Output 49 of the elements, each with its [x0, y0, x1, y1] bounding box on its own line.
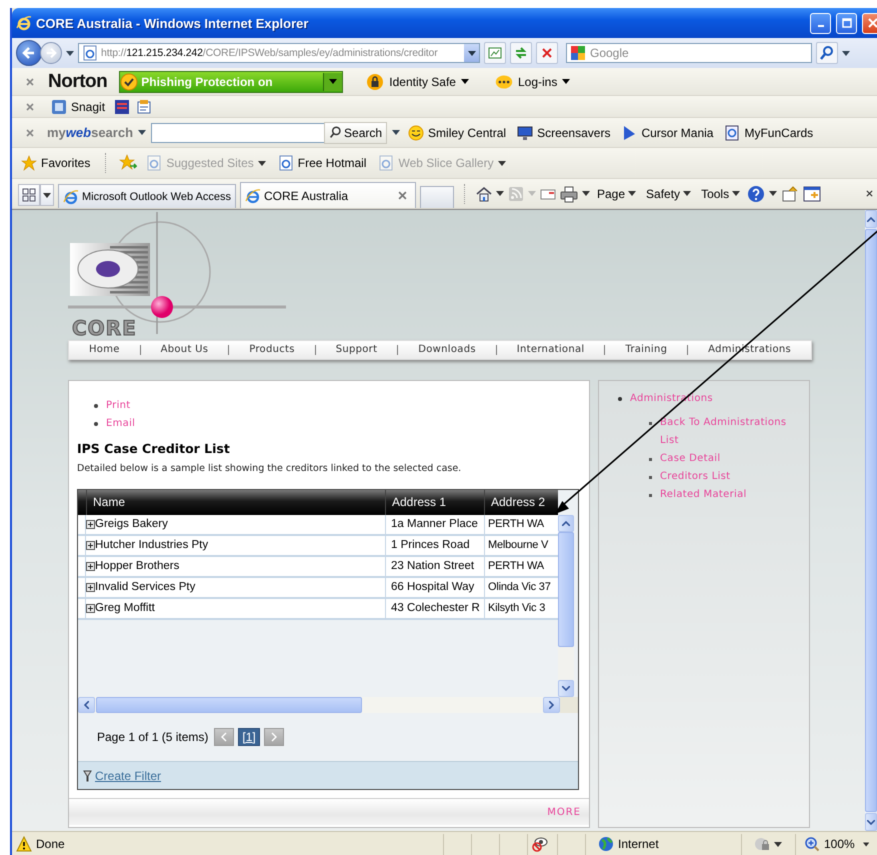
toolbar-link[interactable]: MyFunCards — [721, 124, 816, 140]
table-cell: 43 Colechester R — [385, 599, 484, 618]
table-cell: Invalid Services Pty — [86, 578, 385, 597]
nav-link[interactable]: International — [496, 345, 604, 355]
logo-text: CORE — [72, 318, 137, 338]
logins-button[interactable]: Log-ins — [492, 72, 574, 90]
table-cell: 66 Hospital Way — [385, 578, 484, 597]
page-heading: IPS Case Creditor List — [77, 441, 231, 457]
table-cell: 1 Princes Road — [385, 536, 484, 555]
command-menu[interactable]: Safety — [643, 186, 694, 200]
nav-link[interactable]: Training — [604, 345, 688, 355]
nav-link[interactable]: Support — [314, 345, 398, 355]
toolbar-link[interactable]: Screensavers — [514, 124, 614, 140]
command-menu[interactable]: Tools — [698, 186, 744, 200]
toolbar-link[interactable]: Smiley Central — [405, 124, 510, 140]
browser-tab[interactable]: CORE Australia — [240, 182, 416, 208]
identity-safe-button[interactable]: Identity Safe — [363, 72, 472, 90]
window-title: CORE Australia - Windows Internet Explorer — [36, 16, 308, 30]
toolbar-link[interactable]: Cursor Mania — [618, 124, 716, 140]
table-cell: 23 Nation Street — [385, 557, 484, 576]
action-link[interactable]: Email — [106, 415, 136, 433]
table-cell: Hutcher Industries Pty — [86, 536, 385, 555]
description-text: Detailed below is a sample list showing the creditors linked to the selected case. — [77, 462, 462, 476]
table-cell: Hopper Brothers — [86, 557, 385, 576]
security-zone-text: Internet — [618, 837, 659, 851]
table-cell: Greigs Bakery — [86, 515, 385, 534]
nav-link[interactable]: Products — [228, 345, 315, 355]
nav-link[interactable]: Downloads — [397, 345, 496, 355]
favorites-link[interactable]: Free Hotmail — [274, 155, 370, 171]
browser-tab[interactable]: Microsoft Outlook Web Access — [58, 184, 236, 208]
zoom-level-text[interactable]: 100% — [824, 837, 855, 851]
mywebsearch-logo[interactable]: mywebsearch — [47, 125, 134, 140]
status-text: Done — [36, 837, 65, 851]
page-number-button[interactable]: [1] — [238, 728, 260, 746]
search-button[interactable]: Search — [324, 122, 388, 144]
table-cell: Greg Moffitt — [86, 599, 385, 618]
norton-logo: Norton — [48, 70, 108, 92]
nav-link[interactable]: About Us — [140, 345, 228, 355]
table-cell: 1a Manner Place — [385, 515, 484, 534]
favorites-button[interactable]: Favorites — [18, 155, 94, 171]
address-field[interactable]: http://121.215.234.242/CORE/IPSWeb/samples/ey/administrations/creditor — [78, 43, 480, 63]
pager-summary: Page 1 of 1 (5 items) — [97, 730, 208, 744]
nav-link[interactable]: Home — [69, 345, 140, 355]
create-filter-link[interactable]: Create Filter — [95, 768, 162, 782]
command-menu[interactable]: Page — [594, 186, 640, 200]
action-link[interactable]: Print — [106, 397, 131, 415]
search-field[interactable]: Google — [566, 43, 812, 63]
phishing-status-text: Phishing Protection on — [141, 74, 273, 88]
snagit-button[interactable]: Snagit — [48, 98, 108, 114]
